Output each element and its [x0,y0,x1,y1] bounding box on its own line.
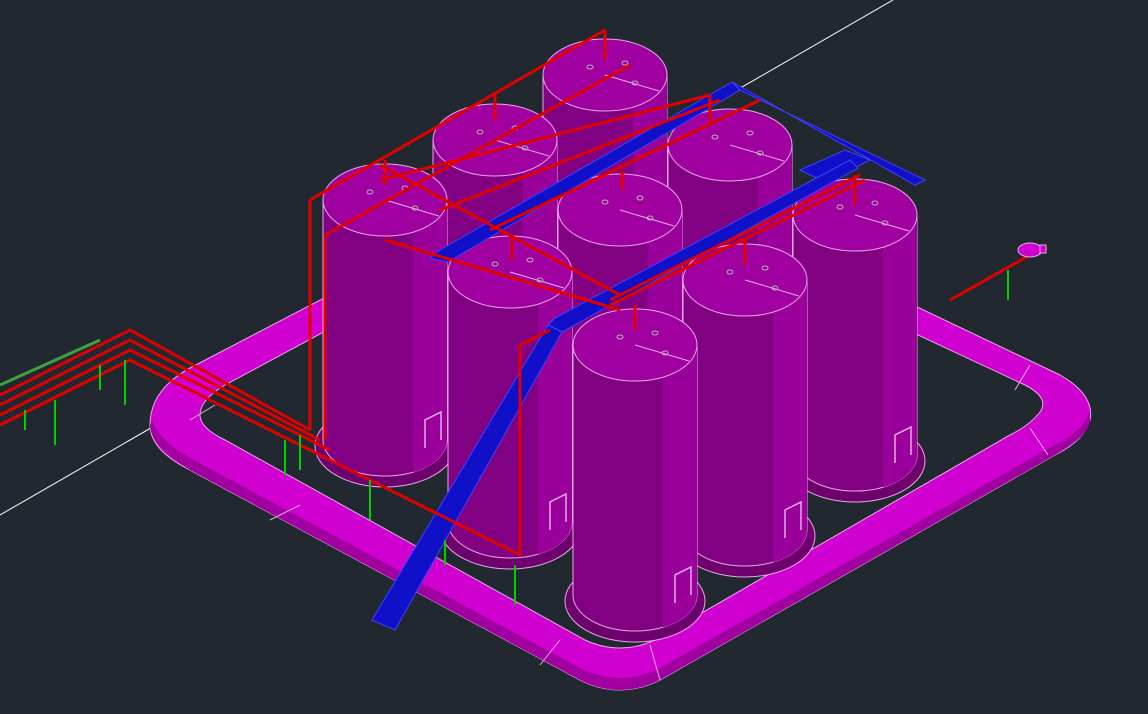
tank-shading [662,345,698,628]
storage-tank [564,308,706,643]
isometric-3d-model [0,0,1092,691]
cad-viewport[interactable] [0,0,1148,714]
tank-shading [882,215,918,488]
pump-right [1017,242,1047,258]
tank-shading [412,200,448,473]
tank-shading [772,280,808,563]
storage-tank [314,163,456,488]
outgoing-pipe [949,253,1031,302]
